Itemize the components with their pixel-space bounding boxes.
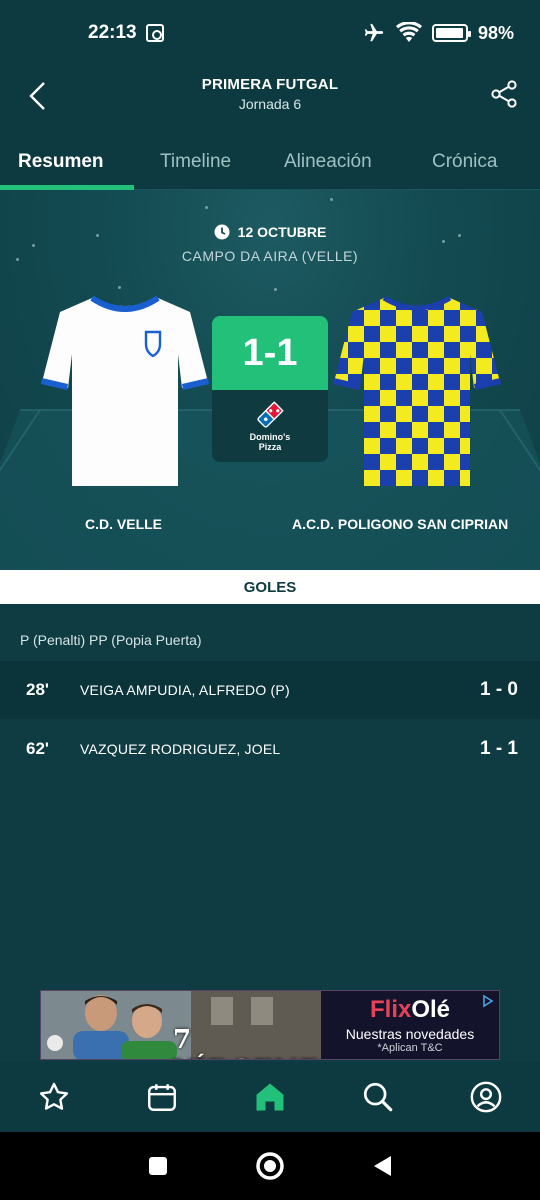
goal-scorer: VEIGA AMPUDIA, ALFREDO (P) (80, 682, 290, 698)
wifi-icon (395, 22, 422, 42)
status-bar: 22:13 98% (0, 0, 540, 64)
screen-record-icon (146, 24, 164, 42)
app-header: PRIMERA FUTGAL Jornada 6 (0, 64, 540, 134)
tab-alineacion[interactable]: Alineación (258, 134, 404, 190)
match-hero: 12 OCTUBRE CAMPO DA AIRA (VELLE) 1-1 Dom… (0, 190, 540, 570)
sponsor-name: Domino's Pizza (249, 432, 291, 452)
recents-icon[interactable] (147, 1155, 169, 1177)
battery-level (435, 28, 464, 38)
nav-favorites[interactable] (0, 1062, 108, 1132)
decorative-dot (330, 198, 333, 201)
nav-calendar[interactable] (108, 1062, 216, 1132)
match-date: 12 OCTUBRE (0, 224, 540, 240)
decorative-dot (274, 288, 277, 291)
ad-show-title: 7 VÍRGENES (173, 1025, 338, 1059)
ad-choices-icon[interactable] (481, 994, 495, 1008)
goal-scorer: VAZQUEZ RODRIGUEZ, JOEL (80, 741, 281, 757)
star-icon (39, 1082, 69, 1110)
calendar-icon (148, 1084, 176, 1111)
decorative-dot (442, 240, 445, 243)
ad-tagline: Nuestras novedades (345, 1026, 475, 1042)
goal-row[interactable]: 28' VEIGA AMPUDIA, ALFREDO (P) 1 - 0 (0, 661, 540, 719)
ad-terms: *Aplican T&C (377, 1042, 443, 1054)
ad-brand-flix: Flix (369, 996, 412, 1023)
score-card: 1-1 Domino's Pizza (212, 316, 328, 462)
bottom-navigation (0, 1062, 540, 1132)
airplane-mode-icon (364, 23, 384, 42)
ad-banner[interactable]: 7 VÍRGENES FlixOlé Nuestras novedades *A… (40, 990, 500, 1060)
match-venue: CAMPO DA AIRA (VELLE) (181, 248, 359, 264)
goal-running-score: 1 - 0 (479, 679, 518, 700)
share-button[interactable] (484, 74, 524, 114)
sponsor-area: Domino's Pizza (212, 390, 328, 462)
nav-profile[interactable] (432, 1062, 540, 1132)
goal-running-score: 1 - 1 (479, 738, 518, 759)
match-date-text: 12 OCTUBRE (237, 224, 327, 240)
ad-brand: FlixOlé (370, 996, 450, 1024)
decorative-dot (32, 244, 35, 247)
profile-icon (470, 1081, 502, 1113)
tab-timeline[interactable]: Timeline (134, 134, 258, 190)
home-circle-icon[interactable] (255, 1151, 285, 1181)
decorative-dot (205, 206, 208, 209)
system-navigation-bar (0, 1132, 540, 1200)
goals-section-header: GOLES (0, 570, 540, 604)
away-team-shirt[interactable] (332, 294, 502, 494)
decorative-dot (118, 286, 121, 289)
ad-text-panel: FlixOlé Nuestras novedades *Aplican T&C (321, 991, 499, 1059)
dominos-logo-icon (257, 401, 284, 428)
nav-home[interactable] (216, 1062, 324, 1132)
home-team-name[interactable]: C.D. VELLE (85, 516, 162, 532)
nav-search[interactable] (324, 1062, 432, 1132)
status-indicators: 98% (362, 22, 514, 44)
ad-image: 7 VÍRGENES (41, 991, 338, 1059)
clock-icon (214, 224, 230, 240)
search-icon (363, 1082, 393, 1112)
goal-minute: 62' (26, 739, 49, 758)
share-icon (491, 80, 517, 108)
round-subtitle: Jornada 6 (238, 96, 302, 112)
status-time: 22:13 (88, 22, 137, 43)
battery-percent: 98% (477, 22, 514, 43)
home-icon (256, 1083, 284, 1111)
battery-icon (431, 24, 471, 42)
tab-cronica[interactable]: Crónica (404, 134, 540, 190)
home-team-shirt[interactable] (40, 294, 210, 494)
competition-title: PRIMERA FUTGAL (201, 76, 339, 93)
match-score: 1-1 (212, 316, 328, 390)
tab-bar: Resumen Timeline Alineación Crónica (0, 134, 540, 190)
back-triangle-icon[interactable] (371, 1154, 393, 1178)
ad-brand-ole: Olé (411, 996, 451, 1023)
goal-row[interactable]: 62' VAZQUEZ RODRIGUEZ, JOEL 1 - 1 (0, 720, 540, 778)
goal-minute: 28' (26, 680, 49, 699)
away-team-name[interactable]: A.C.D. POLIGONO SAN CIPRIAN (292, 516, 508, 532)
goals-legend: P (Penalti) PP (Popia Puerta) (20, 632, 202, 648)
tab-resumen[interactable]: Resumen (0, 134, 134, 190)
